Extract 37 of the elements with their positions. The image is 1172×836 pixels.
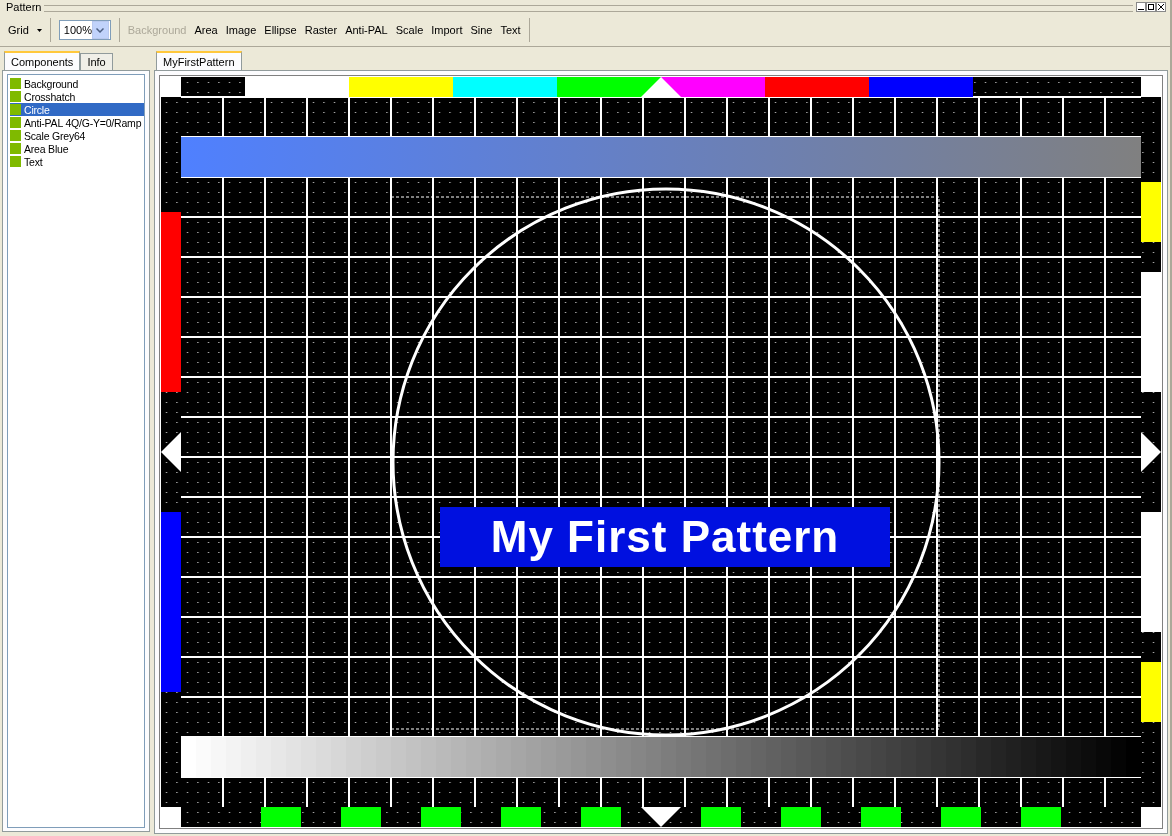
panel-tab[interactable]: Info xyxy=(80,53,113,70)
component-item[interactable]: Anti-PAL 4Q/G-Y=0/Ramp xyxy=(10,116,144,129)
tool-button[interactable]: Anti-PAL xyxy=(341,22,392,38)
close-button[interactable] xyxy=(1156,2,1166,12)
maximize-button[interactable] xyxy=(1146,2,1156,12)
minimize-button[interactable] xyxy=(1136,2,1146,12)
component-item[interactable]: Scale Grey64 xyxy=(10,129,144,142)
component-icon xyxy=(10,130,21,141)
component-icon xyxy=(10,117,21,128)
component-icon xyxy=(10,91,21,102)
document-tab[interactable]: MyFirstPattern xyxy=(156,51,242,70)
maximize-icon xyxy=(1148,4,1154,10)
component-icon xyxy=(10,78,21,89)
tool-button[interactable]: Image xyxy=(221,22,261,38)
component-icon xyxy=(10,104,21,115)
component-item[interactable]: Circle xyxy=(10,103,144,116)
panel-title: Pattern xyxy=(6,1,42,13)
tool-button[interactable]: Text xyxy=(496,22,525,38)
grid-dropdown-button[interactable]: Grid xyxy=(4,22,46,38)
close-icon xyxy=(1158,4,1164,10)
chevron-down-icon xyxy=(96,27,105,33)
zoom-combo[interactable]: 100% xyxy=(58,20,111,40)
tool-button[interactable]: Raster xyxy=(300,22,342,38)
tool-button[interactable]: Ellipse xyxy=(260,22,301,38)
component-item[interactable]: Area Blue xyxy=(10,142,144,155)
panel-tab[interactable]: Components xyxy=(4,51,81,70)
component-item[interactable]: Background xyxy=(10,77,144,90)
tool-button[interactable]: Sine xyxy=(466,22,497,38)
pattern-text: My First Pattern xyxy=(440,507,890,567)
tool-button[interactable]: Scale xyxy=(391,22,428,38)
caret-icon xyxy=(36,28,42,32)
component-icon xyxy=(10,143,21,154)
tool-button[interactable]: Area xyxy=(190,22,222,38)
tool-button[interactable]: Import xyxy=(427,22,467,38)
component-item[interactable]: Crosshatch xyxy=(10,90,144,103)
component-item[interactable]: Text xyxy=(10,155,144,168)
component-icon xyxy=(10,156,21,167)
